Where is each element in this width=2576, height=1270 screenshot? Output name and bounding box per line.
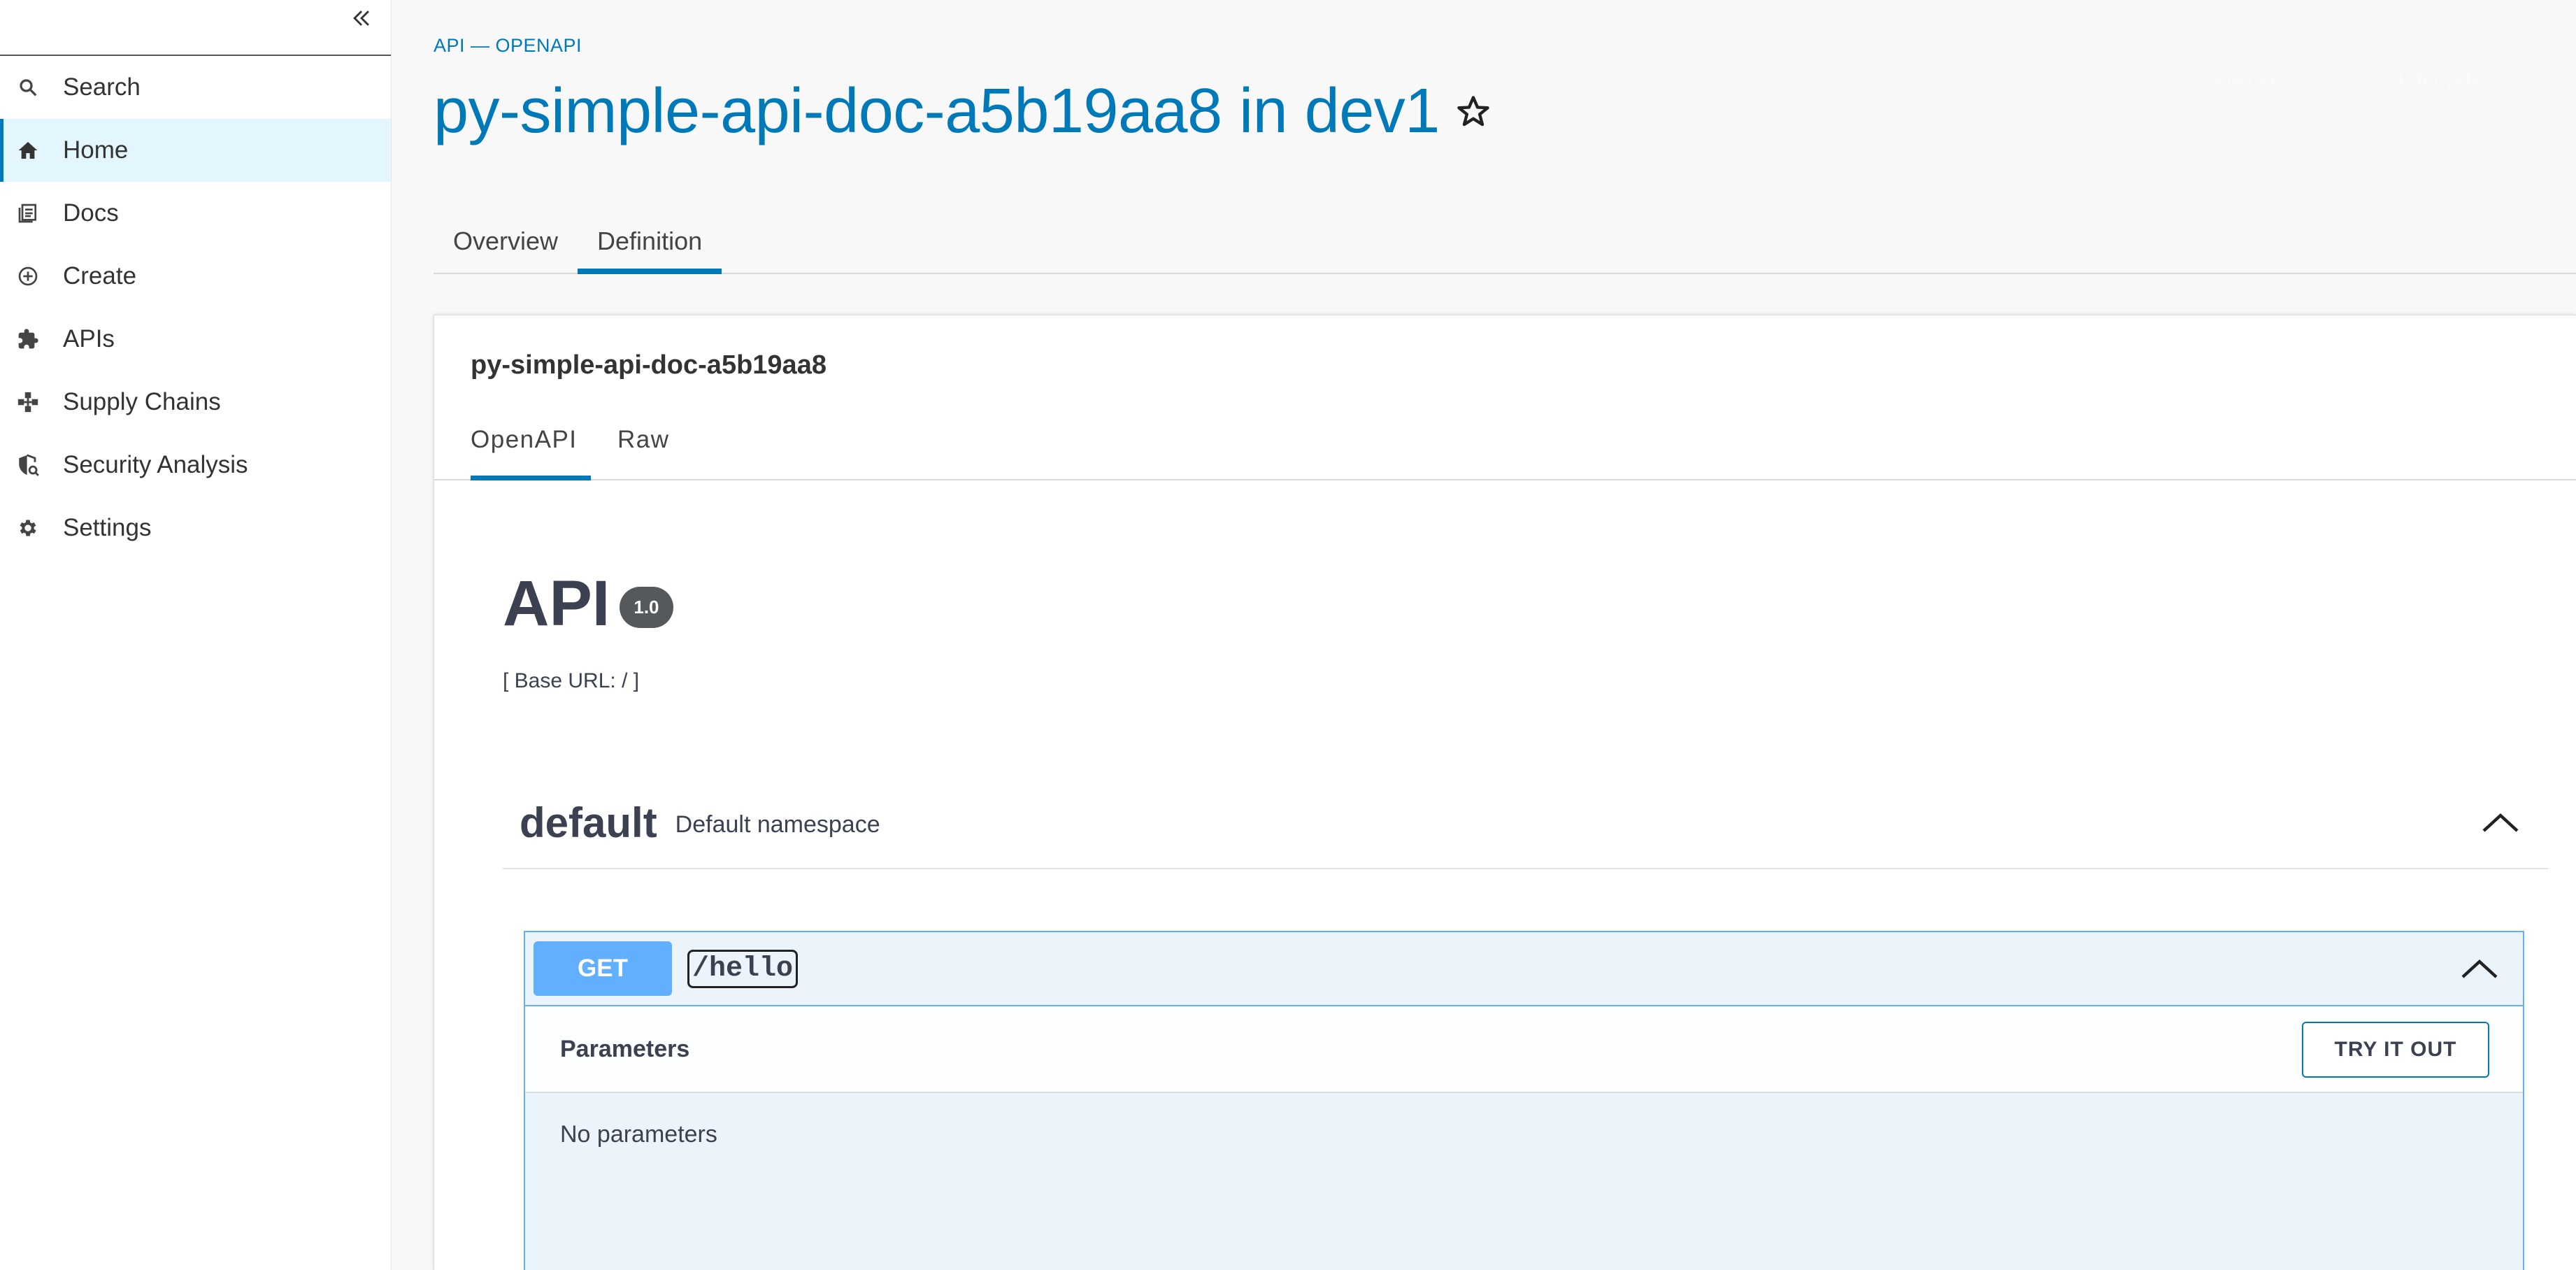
operation-block: GET /hello Parameters TRY IT OUT No para… — [524, 931, 2524, 1270]
chevron-up-icon[interactable] — [2481, 811, 2520, 834]
sidebar-item-docs[interactable]: Docs — [0, 182, 391, 245]
main-content: API — OPENAPI py-simple-api-doc-a5b19aa8… — [392, 0, 2576, 1270]
sidebar-item-settings[interactable]: Settings — [0, 497, 391, 559]
namespace-name: default — [520, 799, 657, 846]
subtab-raw[interactable]: Raw — [617, 401, 670, 479]
try-it-out-button[interactable]: TRY IT OUT — [2302, 1022, 2489, 1078]
gear-icon — [14, 514, 42, 542]
breadcrumb[interactable]: API — OPENAPI — [434, 35, 582, 57]
lifecycle-label: Lifecycle — [2398, 70, 2482, 92]
docs-icon — [14, 199, 42, 227]
sidebar-item-label: Search — [63, 73, 141, 101]
tab-overview[interactable]: Overview — [434, 210, 578, 273]
sidebar-item-label: Docs — [63, 199, 119, 227]
operation-summary[interactable]: GET /hello — [525, 932, 2523, 1006]
search-icon — [14, 73, 42, 101]
owner-label: Owner — [2217, 70, 2278, 92]
api-name: API — [503, 568, 610, 639]
sidebar-item-label: Settings — [63, 514, 152, 541]
version-badge: 1.0 — [620, 587, 673, 628]
title-row: py-simple-api-doc-a5b19aa8 in dev1 — [434, 76, 1491, 148]
sidebar: Search Home Docs Create APIs Supply Chai… — [0, 0, 392, 1270]
sidebar-header — [0, 0, 391, 56]
sidebar-item-label: Home — [63, 136, 129, 164]
sidebar-nav: Search Home Docs Create APIs Supply Chai… — [0, 56, 391, 559]
namespace-description: Default namespace — [675, 811, 880, 838]
card-title: py-simple-api-doc-a5b19aa8 — [471, 350, 827, 380]
owner-meta: Owner — [2217, 70, 2277, 92]
parameters-header: Parameters TRY IT OUT — [525, 1006, 2523, 1093]
page-tabs: Overview Definition — [434, 210, 2576, 274]
sidebar-item-security-analysis[interactable]: Security Analysis — [0, 434, 391, 497]
star-icon[interactable] — [1455, 94, 1491, 130]
method-badge: GET — [534, 941, 672, 996]
definition-subtabs: OpenAPI Raw — [434, 401, 2576, 480]
double-chevron-left-icon — [353, 10, 369, 26]
parameters-title: Parameters — [560, 1035, 690, 1062]
create-icon — [14, 262, 42, 290]
page-title: py-simple-api-doc-a5b19aa8 in dev1 — [434, 76, 1440, 146]
sidebar-item-home[interactable]: Home — [0, 119, 391, 182]
sidebar-item-label: APIs — [63, 325, 115, 352]
base-url: [ Base URL: / ] — [503, 669, 640, 692]
puzzle-icon — [14, 325, 42, 353]
sidebar-item-label: Create — [63, 262, 137, 290]
lifecycle-meta: Lifecycle — [2398, 70, 2482, 92]
method-label: GET — [578, 955, 628, 982]
collapse-sidebar-button[interactable] — [348, 4, 375, 32]
namespace-header[interactable]: default Default namespace — [503, 777, 2548, 869]
operation-path[interactable]: /hello — [687, 949, 799, 988]
subtab-openapi[interactable]: OpenAPI — [471, 401, 591, 480]
chevron-up-icon[interactable] — [2460, 957, 2499, 980]
home-icon — [14, 136, 42, 164]
api-title: API 1.0 — [503, 567, 673, 641]
security-analysis-icon — [14, 451, 42, 479]
sidebar-item-label: Supply Chains — [63, 388, 221, 415]
no-parameters-text: No parameters — [560, 1121, 717, 1148]
sidebar-item-create[interactable]: Create — [0, 245, 391, 308]
sidebar-item-apis[interactable]: APIs — [0, 308, 391, 371]
sidebar-item-supply-chains[interactable]: Supply Chains — [0, 371, 391, 434]
supply-chain-icon — [14, 388, 42, 416]
definition-card: py-simple-api-doc-a5b19aa8 OpenAPI Raw A… — [434, 315, 2576, 1270]
sidebar-item-label: Security Analysis — [63, 451, 248, 478]
tab-definition[interactable]: Definition — [578, 210, 722, 274]
sidebar-item-search[interactable]: Search — [0, 56, 391, 119]
